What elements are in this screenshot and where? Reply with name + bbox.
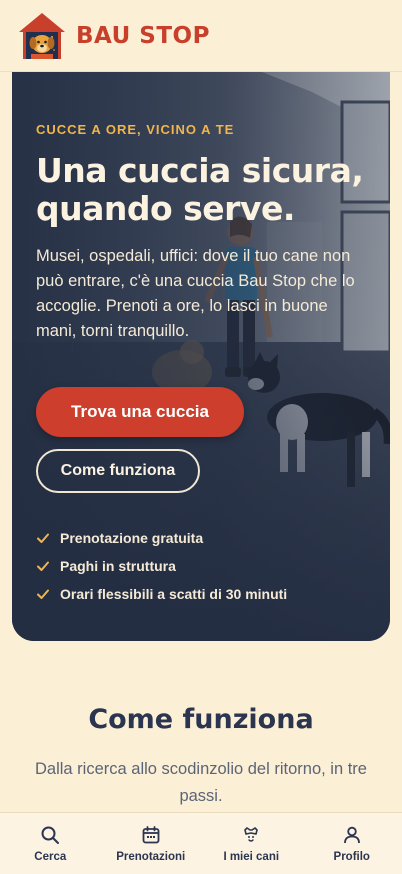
nav-item-my-dogs[interactable]: I miei cani bbox=[201, 813, 302, 874]
nav-label: Profilo bbox=[333, 851, 370, 863]
brand-name[interactable]: BAU STOP bbox=[76, 23, 210, 49]
how-it-works-button[interactable]: Come funziona bbox=[36, 449, 200, 493]
search-icon bbox=[41, 826, 60, 844]
feature-item: Prenotazione gratuita bbox=[36, 524, 287, 552]
feature-item: Paghi in struttura bbox=[36, 552, 287, 580]
app-header: BAU STOP bbox=[0, 0, 402, 72]
how-it-works-heading: Come funziona bbox=[88, 704, 314, 735]
check-icon bbox=[37, 589, 49, 599]
nav-item-bookings[interactable]: Prenotazioni bbox=[101, 813, 202, 874]
nav-label: Prenotazioni bbox=[116, 851, 186, 863]
user-icon bbox=[343, 826, 360, 844]
dog-house-logo-icon[interactable] bbox=[16, 10, 68, 62]
feature-label: Orari flessibili a scatti di 30 minuti bbox=[60, 586, 288, 602]
hero-description: Musei, ospedali, uffici: dove il tuo can… bbox=[36, 247, 355, 340]
hero-section: CUCCE A ORE, VICINO A TE Una cuccia sicu… bbox=[12, 72, 390, 641]
feature-label: Prenotazione gratuita bbox=[60, 530, 204, 546]
paw-icon bbox=[244, 827, 259, 842]
feature-list: Prenotazione gratuita Paghi in struttura… bbox=[36, 524, 287, 608]
feature-label: Paghi in struttura bbox=[60, 558, 176, 574]
nav-label: I miei cani bbox=[223, 851, 280, 863]
app-screen: BAU STOP CUCCE A ORE, VICINO A TE Una cu… bbox=[0, 0, 402, 874]
nav-item-profile[interactable]: Profilo bbox=[302, 813, 402, 874]
nav-item-search[interactable]: Cerca bbox=[0, 813, 101, 874]
how-it-works-subtitle: Dalla ricerca allo scodinzolio del ritor… bbox=[35, 760, 367, 805]
find-kennel-button[interactable]: Trova una cuccia bbox=[36, 387, 244, 437]
check-icon bbox=[37, 561, 49, 571]
calendar-icon bbox=[142, 826, 160, 844]
hero-title: Una cuccia sicura, quando serve. bbox=[36, 151, 364, 228]
bottom-navigation: Cerca Prenotazioni I miei cani Profilo bbox=[0, 812, 402, 874]
check-icon bbox=[37, 533, 49, 543]
hero-eyebrow: CUCCE A ORE, VICINO A TE bbox=[36, 122, 235, 137]
nav-label: Cerca bbox=[34, 851, 67, 863]
feature-item: Orari flessibili a scatti di 30 minuti bbox=[36, 580, 287, 608]
